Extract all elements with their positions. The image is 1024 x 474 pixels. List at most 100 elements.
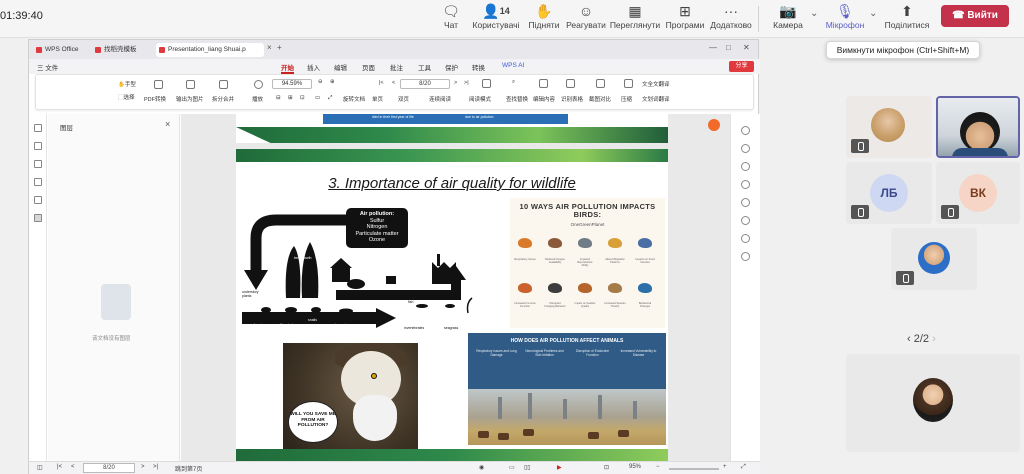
close-window-icon[interactable]: ✕	[743, 43, 750, 52]
layers-icon[interactable]	[34, 214, 42, 222]
leave-button[interactable]: ☎ Вийти	[941, 5, 1009, 27]
status-fit-icon[interactable]: ⊡	[604, 464, 609, 471]
view-single-icon[interactable]: ▭	[509, 464, 515, 471]
find-replace-button[interactable]: 查找替换	[506, 95, 528, 103]
fullscreen-icon[interactable]: ⤢	[328, 95, 332, 102]
fit-page-icon[interactable]: ⊞	[288, 95, 293, 101]
share-doc-button[interactable]: 分享	[729, 61, 754, 72]
status-next-page-icon[interactable]: >	[141, 464, 145, 470]
self-view-tile[interactable]	[846, 354, 1020, 452]
menu-page[interactable]: 页面	[362, 62, 375, 72]
translate-side-icon[interactable]	[741, 198, 750, 207]
view-double-icon[interactable]: ▯▯	[524, 464, 531, 471]
screenshot-compare-button[interactable]: 截图对比	[589, 95, 611, 103]
more-button[interactable]: ··· Додатково	[705, 2, 757, 30]
participant-tile-3[interactable]: ЛБ	[846, 162, 932, 224]
thumbnail-icon[interactable]	[34, 142, 42, 150]
menu-protect[interactable]: 保护	[445, 62, 458, 72]
help-side-icon[interactable]	[741, 234, 750, 243]
tag-icon[interactable]	[34, 178, 42, 186]
menu-comment[interactable]: 批注	[390, 62, 403, 72]
camera-options-chevron-icon[interactable]: ⌄	[810, 8, 818, 19]
status-zoom-out-icon[interactable]: −	[656, 464, 660, 470]
last-page-icon[interactable]: >|	[464, 80, 469, 86]
rotate-button[interactable]: 旋转文档	[343, 95, 365, 103]
view-button[interactable]: ▦ Переглянути	[609, 2, 661, 30]
maximize-icon[interactable]: □	[726, 43, 731, 52]
zoom-out-icon[interactable]: ⊖	[318, 79, 323, 85]
react-button[interactable]: ☺ Реагувати	[560, 2, 612, 30]
status-last-page-icon[interactable]: >|	[153, 464, 158, 470]
export-side-icon[interactable]	[741, 216, 750, 225]
sync-side-icon[interactable]	[741, 162, 750, 171]
mic-button[interactable]: 🎙 Мікрофон	[819, 2, 871, 30]
status-prev-page-icon[interactable]: <	[71, 464, 75, 470]
style-side-icon[interactable]	[741, 144, 750, 153]
pager-prev-icon[interactable]: ‹	[907, 333, 914, 345]
more-side-icon[interactable]	[741, 252, 750, 261]
select-tool[interactable]: ⬚选择	[118, 93, 135, 101]
participant-tile-4[interactable]: ВК	[936, 162, 1020, 224]
participant-tile-2-video[interactable]	[936, 96, 1020, 158]
tab-wps-office[interactable]: WPS Office	[33, 43, 82, 57]
minimize-icon[interactable]: —	[709, 43, 717, 52]
compress-button[interactable]: 压缩	[621, 95, 632, 103]
search-side-icon[interactable]	[741, 126, 750, 135]
actual-size-icon[interactable]: ⊡	[300, 95, 305, 101]
menu-file[interactable]: 三 文件	[37, 62, 58, 72]
document-viewport[interactable]: died in their first year of life due to …	[181, 114, 730, 461]
first-page-icon[interactable]: |<	[379, 80, 384, 86]
new-tab-icon[interactable]: +	[277, 43, 282, 52]
goto-page-link[interactable]: 跳到第7页	[175, 464, 202, 473]
hand-tool[interactable]: ✋手型	[118, 80, 136, 88]
pdf-convert-button[interactable]: PDF转换	[144, 95, 166, 103]
tab-templates[interactable]: 找稻壳模板	[92, 43, 141, 57]
status-page-input[interactable]: 8/20	[83, 463, 135, 473]
people-button[interactable]: 👤14 Користувачі	[470, 2, 522, 30]
camera-button[interactable]: 📷 Камера	[762, 2, 814, 30]
next-page-icon[interactable]: >	[454, 80, 457, 86]
menu-convert[interactable]: 转换	[472, 62, 485, 72]
edit-content-button[interactable]: 编辑内容	[533, 95, 555, 103]
menu-insert[interactable]: 插入	[307, 62, 320, 72]
share-screen-button[interactable]: ⬆ Поділитися	[881, 2, 933, 30]
fit-width-icon[interactable]: ⊟	[276, 95, 281, 101]
page-number-input[interactable]: 8/20	[400, 79, 450, 89]
eye-icon[interactable]: ◉	[479, 464, 484, 471]
ruler-icon[interactable]: ▭	[315, 95, 320, 101]
apps-button[interactable]: ⊞ Програми	[659, 2, 711, 30]
read-mode-button[interactable]: 阅读模式	[469, 95, 491, 103]
status-fullscreen-icon[interactable]: ⤢	[741, 464, 746, 471]
menu-edit[interactable]: 编辑	[334, 62, 347, 72]
full-translate-button[interactable]: 文全文翻译	[642, 80, 670, 88]
participant-tile-1[interactable]	[846, 96, 932, 158]
double-page-button[interactable]: 双页	[398, 95, 409, 103]
prev-page-icon[interactable]: <	[392, 80, 395, 86]
status-zoom-in-icon[interactable]: +	[723, 464, 727, 470]
bookmark-icon[interactable]	[34, 124, 42, 132]
split-merge-button[interactable]: 拆分合并	[212, 95, 234, 103]
menu-wps-ai[interactable]: WPS AI	[502, 62, 524, 69]
continuous-read-button[interactable]: 连续阅读	[429, 95, 451, 103]
zoom-slider[interactable]	[669, 468, 719, 470]
signature-icon[interactable]	[34, 196, 42, 204]
floating-ai-button[interactable]	[708, 119, 720, 131]
pager-next-icon[interactable]: ›	[929, 333, 936, 345]
zoom-select[interactable]: 94.59%	[272, 79, 312, 89]
mic-options-chevron-icon[interactable]: ⌄	[869, 8, 877, 19]
export-image-button[interactable]: 输出为图片	[176, 95, 204, 103]
play-slideshow-icon[interactable]: ▶	[557, 464, 562, 471]
participant-tile-5[interactable]	[891, 228, 977, 290]
menu-tools[interactable]: 工具	[418, 62, 431, 72]
close-panel-icon[interactable]: ×	[165, 119, 170, 129]
close-tab-icon[interactable]: ×	[267, 43, 272, 52]
tab-presentation[interactable]: Presentation_liang Shuai.p	[156, 43, 264, 57]
status-first-page-icon[interactable]: |<	[57, 464, 62, 470]
ocr-table-button[interactable]: 识别表格	[561, 95, 583, 103]
single-page-button[interactable]: 单页	[372, 95, 383, 103]
play-button[interactable]: 播放	[252, 95, 263, 103]
sidebar-toggle-icon[interactable]: ◫	[37, 464, 43, 471]
menu-home[interactable]: 开始	[281, 62, 294, 74]
adjust-side-icon[interactable]	[741, 180, 750, 189]
comment-icon[interactable]	[34, 160, 42, 168]
